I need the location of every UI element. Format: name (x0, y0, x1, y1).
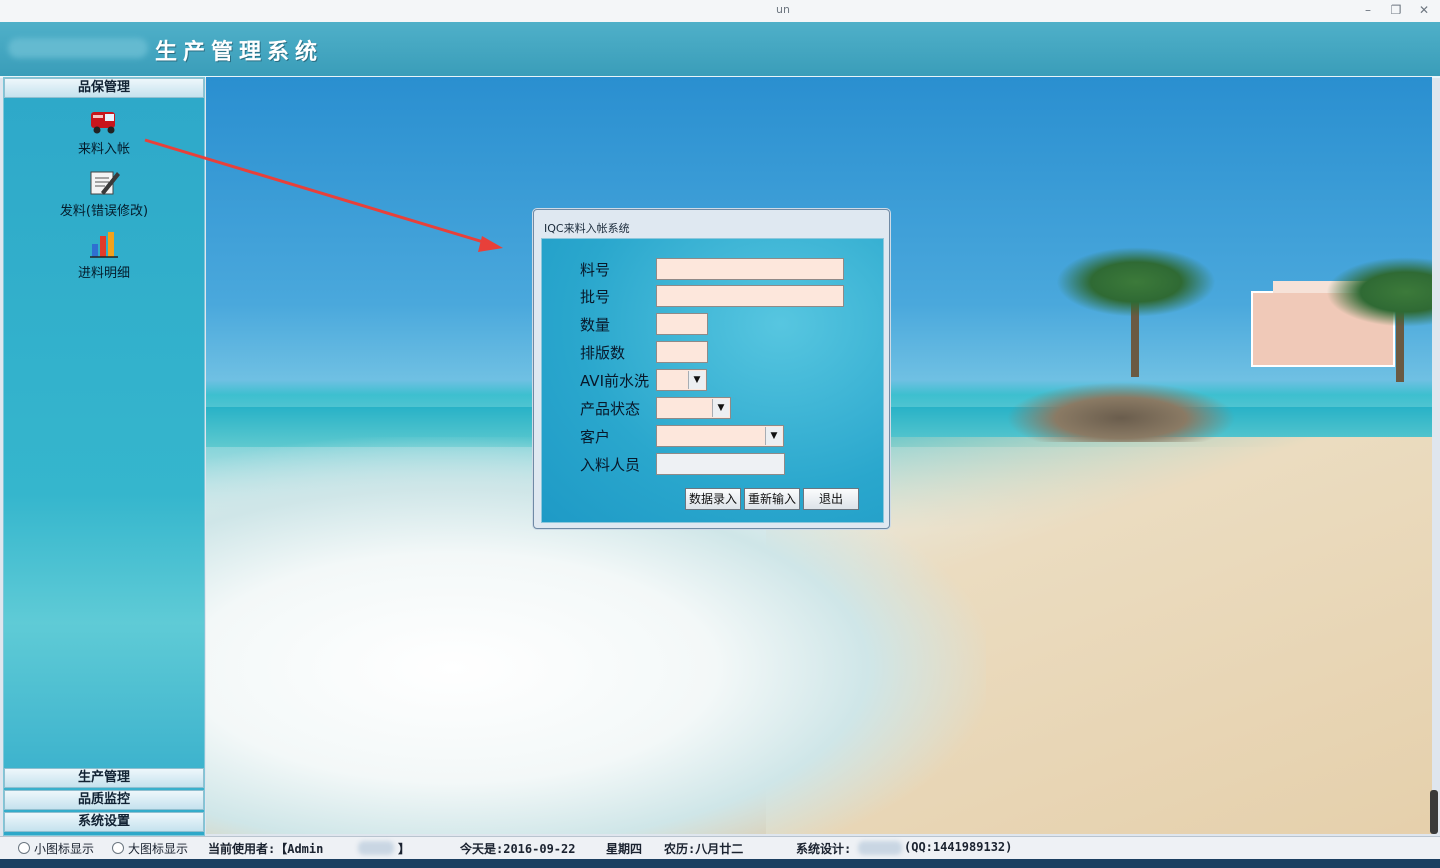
window-titlebar: un – ❐ ✕ (0, 0, 1440, 23)
product-status-label: 产品状态 (580, 400, 641, 418)
avi-wash-select[interactable]: ▼ (656, 369, 707, 391)
truck-icon (91, 112, 115, 134)
reset-button[interactable]: 重新输入 (744, 488, 800, 510)
palm-fronds (1056, 247, 1216, 317)
sidebar: 品保管理 来料入帐 发料(错误修改) 进料明细 生产管理 品质监控 系统设置 (3, 77, 205, 836)
window-title: un (776, 3, 790, 16)
rocks (1006, 382, 1236, 442)
palm-fronds (1326, 257, 1432, 327)
sidebar-section-quality-monitoring[interactable]: 品质监控 (4, 790, 204, 810)
restore-button[interactable]: ❐ (1384, 2, 1408, 18)
current-user-suffix: 】 (398, 842, 411, 856)
redacted-user (358, 841, 394, 855)
dialog-title: IQC来料入帐系统 (544, 222, 630, 235)
receiver-label: 入料人员 (580, 456, 641, 474)
lunar-date: 农历:八月廿二 (664, 842, 744, 856)
chevron-down-icon[interactable]: ▼ (688, 371, 705, 389)
dialog-body: 料号 批号 数量 排版数 AVI前水洗 ▼ 产品状态 ▼ 客户 ▼ 入料人员 (541, 238, 884, 523)
panel-count-label: 排版数 (580, 344, 626, 362)
part-no-input[interactable] (656, 258, 844, 280)
logo-placeholder (8, 38, 148, 58)
close-button[interactable]: ✕ (1412, 2, 1436, 18)
minimize-button[interactable]: – (1356, 2, 1380, 18)
quantity-label: 数量 (580, 316, 611, 334)
sidebar-section-production[interactable]: 生产管理 (4, 768, 204, 788)
avi-wash-label: AVI前水洗 (580, 372, 649, 390)
chevron-down-icon[interactable]: ▼ (765, 427, 782, 445)
quantity-input[interactable] (656, 313, 708, 335)
large-icon-label[interactable]: 大图标显示 (128, 840, 188, 857)
bar-chart-icon (90, 232, 118, 258)
app-title: 生产管理系统 (155, 39, 324, 65)
small-icon-radio[interactable] (18, 842, 30, 854)
product-status-select[interactable]: ▼ (656, 397, 731, 419)
app-header: 生产管理系统 (0, 22, 1440, 78)
sidebar-item-issue-correction[interactable]: 发料(错误修改) (4, 166, 204, 219)
system-designer-label: 系统设计: (796, 842, 852, 856)
weekday: 星期四 (606, 842, 643, 856)
panel-count-input[interactable] (656, 341, 708, 363)
sidebar-item-label: 来料入帐 (77, 142, 130, 157)
data-entry-button[interactable]: 数据录入 (685, 488, 741, 510)
batch-no-label: 批号 (580, 288, 611, 306)
sidebar-item-incoming-details[interactable]: 进料明细 (4, 228, 204, 281)
edit-pen-icon (90, 171, 120, 195)
current-user: 当前使用者:【Admin (208, 842, 324, 856)
today-date: 今天是:2016-09-22 (460, 842, 576, 856)
iqc-entry-dialog: IQC来料入帐系统 料号 批号 数量 排版数 AVI前水洗 ▼ 产品状态 ▼ 客… (533, 209, 890, 529)
designer-qq: (QQ:1441989132) (904, 840, 1013, 854)
sidebar-item-label: 发料(错误修改) (59, 204, 149, 219)
small-icon-label[interactable]: 小图标显示 (34, 840, 94, 857)
os-taskbar (0, 859, 1440, 868)
redacted-designer (858, 841, 902, 855)
large-icon-radio[interactable] (112, 842, 124, 854)
customer-label: 客户 (580, 428, 611, 446)
sidebar-section-quality-assurance[interactable]: 品保管理 (4, 78, 204, 98)
customer-select[interactable]: ▼ (656, 425, 784, 447)
sidebar-section-system-settings[interactable]: 系统设置 (4, 812, 204, 832)
sidebar-item-incoming-entry[interactable]: 来料入帐 (4, 104, 204, 157)
part-no-label: 料号 (580, 261, 611, 279)
resize-grip[interactable] (1430, 790, 1438, 834)
exit-button[interactable]: 退出 (803, 488, 859, 510)
chevron-down-icon[interactable]: ▼ (712, 399, 729, 417)
sidebar-item-label: 进料明细 (77, 266, 130, 281)
receiver-input[interactable] (656, 453, 785, 475)
status-bar: 小图标显示 大图标显示 当前使用者:【Admin 】 今天是:2016-09-2… (0, 836, 1440, 859)
batch-no-input[interactable] (656, 285, 844, 307)
